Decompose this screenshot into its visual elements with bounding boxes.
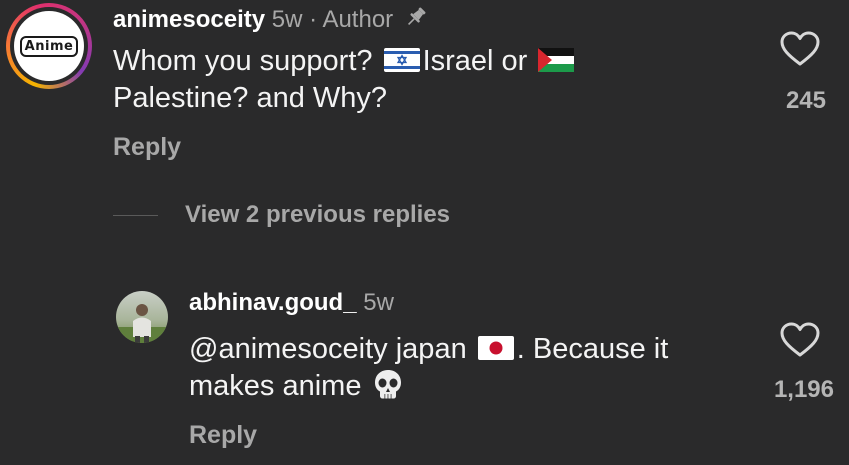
avatar[interactable] [116,291,168,343]
comment-thread: Anime animesoceity 5w · Author Whom you … [0,0,849,465]
reply-text-part: makes anime [189,370,362,402]
comment-header: animesoceity 5w · Author [113,5,428,34]
japan-flag-icon [477,336,514,360]
reply-text: @animesoceity japan . Because it makes a… [189,331,749,405]
timestamp: 5w [363,289,394,316]
israel-flag-icon [383,48,420,72]
logo-text: Anime [19,35,79,57]
timestamp: 5w [271,6,303,33]
avatar[interactable]: Anime [6,3,92,89]
username[interactable]: abhinav.goud_ [189,289,357,316]
author-badge: Author [322,6,394,33]
heart-icon[interactable] [780,322,820,358]
view-previous-replies-button[interactable]: View 2 previous replies [185,201,450,229]
reply-text-part: . Because it [516,333,669,365]
person-photo [116,304,168,343]
heart-icon[interactable] [780,31,820,67]
comment-text-part: Palestine? and Why? [113,82,388,114]
reply-text-part: @animesoceity japan [189,333,467,365]
reply-button[interactable]: Reply [113,133,181,162]
reply-header: abhinav.goud_ 5w [189,289,394,317]
skull-icon [374,370,401,399]
reply-button[interactable]: Reply [189,421,257,450]
username[interactable]: animesoceity [113,6,265,33]
like-count: 245 [785,87,826,114]
palestine-flag-icon [538,48,575,72]
comment-text-part: Whom you support? [113,45,373,77]
comment-text: Whom you support? Israel or Palestine? a… [113,43,673,117]
divider-line [113,215,158,216]
like-count: 1,196 [773,376,834,403]
separator: · [309,6,318,33]
anime-logo: Anime [14,11,84,81]
pin-icon [407,7,426,25]
comment-text-part: Israel or [422,45,528,77]
